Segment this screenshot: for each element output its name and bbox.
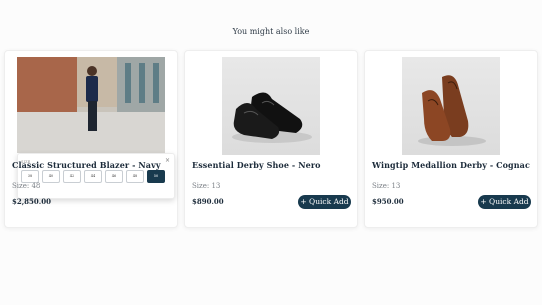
product-price: $2,850.00 [12, 197, 51, 206]
section-title: You might also like [232, 27, 310, 36]
size-option[interactable]: 46 [105, 170, 123, 183]
quick-add-button[interactable]: + Quick Add [478, 195, 531, 209]
product-size: Size: 13 [192, 182, 221, 190]
product-title[interactable]: Classic Structured Blazer - Navy [12, 160, 161, 170]
product-size: Size: 13 [372, 182, 401, 190]
product-card-blazer[interactable]: SIZE × 38 40 42 44 46 48 50 Classic Stru… [4, 50, 178, 228]
quick-add-button[interactable]: + Quick Add [298, 195, 351, 209]
product-image-wingtip-cognac[interactable] [402, 57, 500, 155]
size-option[interactable]: 48 [126, 170, 144, 183]
product-title[interactable]: Wingtip Medallion Derby - Cognac [372, 160, 530, 170]
product-price: $890.00 [192, 197, 224, 206]
size-option[interactable]: 42 [63, 170, 81, 183]
size-option[interactable]: 44 [84, 170, 102, 183]
product-size: Size: 48 [12, 182, 41, 190]
size-option-selected[interactable]: 50 [147, 170, 165, 183]
size-option[interactable]: 40 [42, 170, 60, 183]
close-icon[interactable]: × [165, 157, 170, 164]
product-price: $950.00 [372, 197, 404, 206]
product-title[interactable]: Essential Derby Shoe - Nero [192, 160, 321, 170]
product-card-derby-nero[interactable]: Essential Derby Shoe - Nero Size: 13 $89… [184, 50, 358, 228]
product-image-blazer[interactable] [17, 57, 165, 153]
product-image-derby-nero[interactable] [222, 57, 320, 155]
product-card-wingtip-cognac[interactable]: Wingtip Medallion Derby - Cognac Size: 1… [364, 50, 538, 228]
